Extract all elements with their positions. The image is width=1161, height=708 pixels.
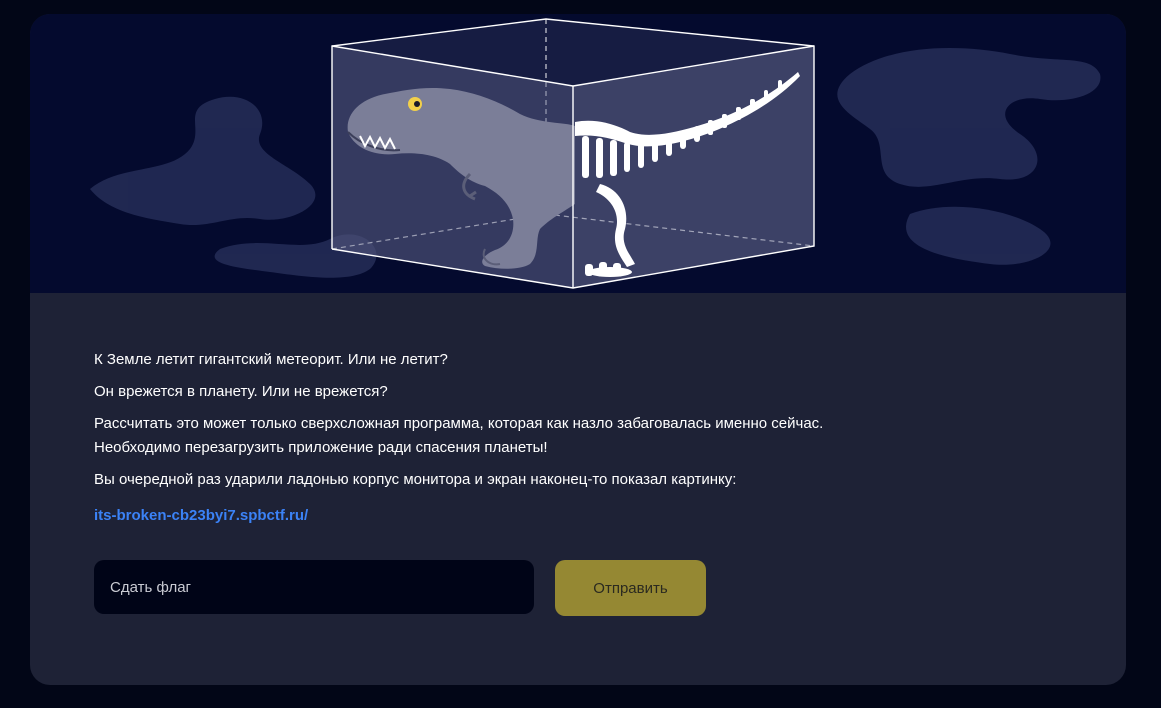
description-line-4: Необходимо перезагрузить приложение ради… (94, 439, 548, 456)
task-card: К Земле летит гигантский метеорит. Или н… (30, 14, 1126, 685)
description-line-1: К Земле летит гигантский метеорит. Или н… (94, 351, 448, 368)
flag-input[interactable] (94, 560, 534, 614)
description-line-5: Вы очередной раз ударили ладонью корпус … (94, 471, 737, 488)
task-description: К Земле летит гигантский метеорит. Или н… (94, 348, 1054, 536)
flag-submit-form: Отправить (94, 560, 714, 616)
task-link[interactable]: its-broken-cb23byi7.spbctf.ru/ (94, 507, 308, 524)
task-link-line: its-broken-cb23byi7.spbctf.ru/ (94, 504, 1054, 528)
submit-button[interactable]: Отправить (555, 560, 706, 616)
description-line-3-text: Рассчитать это может только сверхсложная… (94, 415, 824, 432)
hero-illustration (30, 14, 1126, 293)
description-line-3: Рассчитать это может только сверхсложная… (94, 412, 1054, 436)
description-line-2: Он врежется в планету. Или не врежется? (94, 383, 388, 400)
dinosaur-in-glass-box-illustration (90, 18, 1101, 289)
